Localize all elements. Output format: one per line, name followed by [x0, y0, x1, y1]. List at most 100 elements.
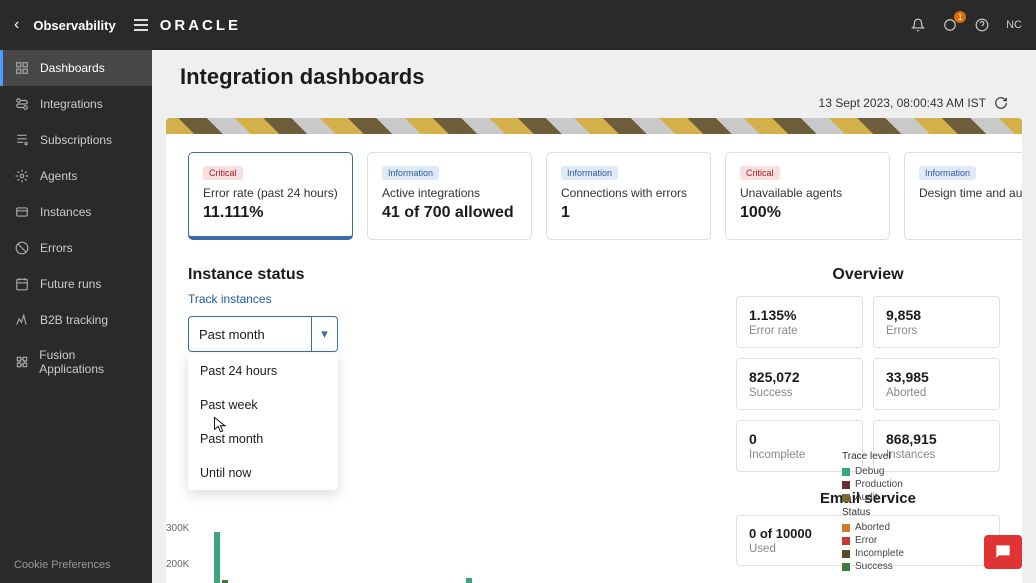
section-title: Observability [33, 18, 115, 33]
card-tag: Information [561, 166, 618, 180]
sidebar-item-label: Integrations [40, 97, 103, 111]
overview-value: 1.135% [749, 307, 850, 323]
hamburger-icon[interactable] [134, 19, 148, 31]
sidebar-item-future-runs[interactable]: Future runs [0, 266, 152, 302]
timerange-select[interactable]: Past month ▾ [188, 316, 338, 352]
timerange-option[interactable]: Until now [188, 456, 338, 490]
bell-icon[interactable] [910, 17, 926, 33]
dashboard-panel: Critical Error rate (past 24 hours) 11.111… [166, 134, 1022, 583]
bar-group [214, 532, 228, 583]
card-value: 11.111% [203, 204, 338, 222]
sidebar-item-agents[interactable]: Agents [0, 158, 152, 194]
legend-label: Production [855, 479, 903, 490]
user-initials[interactable]: NC [1006, 19, 1022, 31]
instance-chart: 100K200K300K [166, 484, 682, 583]
refresh-icon[interactable] [994, 96, 1008, 110]
card-value: 1 [561, 204, 696, 222]
overview-card[interactable]: 9,858 Errors [873, 296, 1000, 348]
sidebar: Dashboards Integrations Subscriptions Agent… [0, 50, 152, 583]
legend-label: Audit [855, 492, 878, 503]
metric-card[interactable]: InformationActive integrations41 of 700 … [367, 152, 532, 240]
sidebar-item-label: Agents [40, 169, 77, 183]
chevron-down-icon: ▾ [311, 317, 337, 351]
overview-card[interactable]: 1.135% Error rate [736, 296, 863, 348]
card-value: 100% [740, 204, 875, 222]
page-title: Integration dashboards [180, 64, 1008, 90]
back-chevron-icon[interactable]: ‹ [14, 16, 19, 34]
sidebar-item-label: Dashboards [40, 61, 105, 75]
timerange-option[interactable]: Past month [188, 422, 338, 456]
overview-value: 33,985 [886, 369, 987, 385]
agents-icon [14, 168, 30, 184]
legend-label: Success [855, 561, 893, 572]
overview-label: Error rate [749, 325, 850, 337]
legend-swatch [842, 537, 850, 545]
legend-item: Production [842, 479, 932, 490]
y-tick: 300K [166, 523, 189, 534]
sidebar-item-fusion-applications[interactable]: Fusion Applications [0, 338, 152, 386]
legend-item: Aborted [842, 522, 932, 533]
overview-label: Incomplete [749, 449, 850, 461]
legend-swatch [842, 550, 850, 558]
timerange-option[interactable]: Past 24 hours [188, 354, 338, 388]
status-title: Status [842, 507, 932, 518]
banner-stripe [166, 118, 1022, 134]
sidebar-item-label: Subscriptions [40, 133, 112, 147]
overview-title: Overview [736, 266, 1000, 284]
sidebar-item-dashboards[interactable]: Dashboards [0, 50, 152, 86]
topbar: ‹ Observability ORACLE 1 NC [0, 0, 1036, 50]
fusion-icon [14, 354, 29, 370]
main-content: Integration dashboards 13 Sept 2023, 08:… [152, 50, 1036, 583]
legend-item: Error [842, 535, 932, 546]
overview-label: Errors [886, 325, 987, 337]
chart-bar [466, 578, 472, 583]
card-tag: Information [382, 166, 439, 180]
sidebar-item-instances[interactable]: Instances [0, 194, 152, 230]
legend-item: Incomplete [842, 548, 932, 559]
track-instances-link[interactable]: Track instances [188, 292, 272, 306]
alerts-icon[interactable]: 1 [942, 17, 958, 33]
sidebar-item-integrations[interactable]: Integrations [0, 86, 152, 122]
trace-level-title: Trace level [842, 451, 932, 462]
legend-item: Audit [842, 492, 932, 503]
card-label: Unavailable agents [740, 186, 875, 200]
card-label: Error rate (past 24 hours) [203, 186, 338, 200]
sidebar-item-subscriptions[interactable]: Subscriptions [0, 122, 152, 158]
instances-icon [14, 204, 30, 220]
sidebar-item-errors[interactable]: Errors [0, 230, 152, 266]
b2b-icon [14, 312, 30, 328]
future-icon [14, 276, 30, 292]
cookie-preferences-link[interactable]: Cookie Preferences [0, 547, 152, 583]
timerange-value: Past month [189, 327, 311, 342]
sidebar-item-b2b-tracking[interactable]: B2B tracking [0, 302, 152, 338]
legend-swatch [842, 494, 850, 502]
errors-icon [14, 240, 30, 256]
overview-card[interactable]: 825,072Success [736, 358, 863, 410]
chart-legend: Trace level DebugProductionAudit Status … [842, 447, 932, 574]
legend-label: Aborted [855, 522, 890, 533]
metric-cards-row: Critical Error rate (past 24 hours) 11.111… [188, 152, 1000, 240]
help-icon[interactable] [974, 17, 990, 33]
legend-swatch [842, 524, 850, 532]
timerange-option[interactable]: Past week [188, 388, 338, 422]
overview-value: 9,858 [886, 307, 987, 323]
legend-label: Error [855, 535, 877, 546]
overview-label: Aborted [886, 387, 987, 399]
metric-card[interactable]: InformationDesign time and audit [904, 152, 1022, 240]
sidebar-item-label: Errors [40, 241, 73, 255]
overview-card[interactable]: 33,985 Aborted [873, 358, 1000, 410]
timerange-dropdown: Past 24 hoursPast weekPast monthUntil no… [188, 354, 338, 490]
metric-card[interactable]: Critical Error rate (past 24 hours) 11.111… [188, 152, 353, 240]
overview-value: 868,915 [886, 431, 987, 447]
metric-card[interactable]: Information Connections with errors 1 [546, 152, 711, 240]
dashboard-icon [14, 60, 30, 76]
chat-button[interactable] [984, 535, 1022, 569]
subscriptions-icon [14, 132, 30, 148]
card-label: Connections with errors [561, 186, 696, 200]
legend-label: Incomplete [855, 548, 904, 559]
legend-item: Success [842, 561, 932, 572]
sidebar-item-label: B2B tracking [40, 313, 108, 327]
legend-swatch [842, 468, 850, 476]
metric-card[interactable]: CriticalUnavailable agents100% [725, 152, 890, 240]
card-tag: Critical [203, 166, 243, 180]
